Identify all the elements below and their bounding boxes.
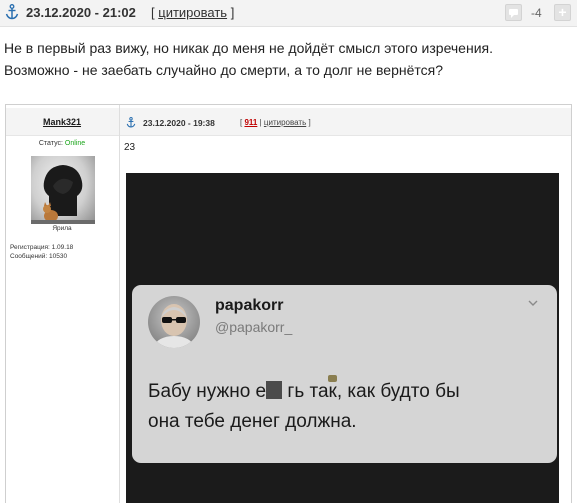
embedded-body-text: 23 bbox=[124, 142, 136, 153]
avatar-caption: Ярила bbox=[52, 225, 72, 232]
embedded-screenshot: Mank321 23.12.2020 - 19:38 [ 911 | цитир… bbox=[5, 104, 572, 503]
embedded-post-header: Mank321 23.12.2020 - 19:38 [ 911 | цитир… bbox=[6, 108, 571, 136]
tweet-screenshot: papakorr @papakorr_ Бабу нужно е гь так,… bbox=[126, 173, 559, 503]
embedded-post-date: 23.12.2020 - 19:38 bbox=[143, 118, 215, 128]
quote-control: [ цитировать ] bbox=[151, 5, 235, 20]
online-status: Online bbox=[64, 140, 86, 147]
tweet-card: papakorr @papakorr_ Бабу нужно е гь так,… bbox=[132, 285, 557, 463]
chevron-down-icon bbox=[528, 300, 538, 306]
avatar bbox=[31, 156, 95, 224]
tweet-text: Бабу нужно е гь так, как будто бы она те… bbox=[148, 377, 548, 437]
vote-down-icon[interactable] bbox=[505, 4, 522, 21]
tweet-avatar bbox=[148, 296, 200, 348]
vote-up-icon[interactable]: + bbox=[554, 4, 571, 21]
embedded-column-divider bbox=[119, 105, 120, 503]
embedded-username: Mank321 bbox=[42, 117, 82, 127]
post-date: 23.12.2020 - 21:02 bbox=[26, 5, 136, 20]
post-text-line: Не в первый раз вижу, но никак до меня н… bbox=[4, 40, 493, 56]
anchor-icon[interactable] bbox=[5, 4, 19, 20]
post-body: Не в первый раз вижу, но никак до меня н… bbox=[4, 37, 569, 81]
registration-date: Регистрация: 1.09.18 bbox=[10, 244, 74, 251]
post-header: 23.12.2020 - 21:02 [ цитировать ] -4 + bbox=[0, 0, 577, 27]
message-count: Сообщений: 10530 bbox=[10, 253, 68, 260]
embedded-status: Статус: Online bbox=[38, 140, 86, 147]
embedded-quote-link: цитировать bbox=[263, 118, 307, 127]
post-rating: -4 bbox=[531, 6, 542, 20]
tweet-author-name: papakorr bbox=[215, 297, 284, 314]
user-info: Регистрация: 1.09.18 Сообщений: 10530 bbox=[10, 243, 73, 261]
post-text-line: Возможно - не заебать случайно до смерти… bbox=[4, 62, 444, 78]
quote-link[interactable]: цитировать bbox=[158, 5, 227, 20]
censor-block bbox=[266, 381, 283, 399]
embedded-post-number: 911 bbox=[244, 118, 258, 127]
tweet-author-handle: @papakorr_ bbox=[215, 319, 293, 335]
tweet-text-line: Бабу нужно е гь так, как будто бы bbox=[148, 381, 460, 402]
anchor-icon bbox=[126, 117, 136, 128]
embedded-post-meta: [ 911 | цитировать ] bbox=[240, 118, 311, 127]
tweet-text-line: она тебе денег должна. bbox=[148, 411, 357, 432]
